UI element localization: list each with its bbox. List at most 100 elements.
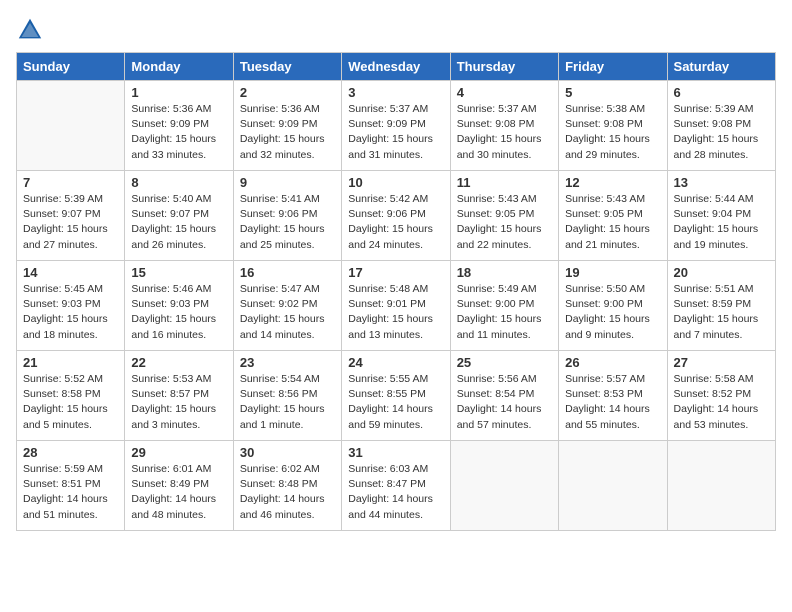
day-info: Sunrise: 5:43 AM Sunset: 9:05 PM Dayligh… xyxy=(457,192,552,253)
calendar-cell: 25 Sunrise: 5:56 AM Sunset: 8:54 PM Dayli… xyxy=(450,351,558,441)
day-info: Sunrise: 5:54 AM Sunset: 8:56 PM Dayligh… xyxy=(240,372,335,433)
logo xyxy=(16,16,48,44)
calendar-cell: 13 Sunrise: 5:44 AM Sunset: 9:04 PM Dayli… xyxy=(667,171,775,261)
day-number: 3 xyxy=(348,85,443,100)
calendar-cell: 19 Sunrise: 5:50 AM Sunset: 9:00 PM Dayli… xyxy=(559,261,667,351)
calendar-cell: 15 Sunrise: 5:46 AM Sunset: 9:03 PM Dayli… xyxy=(125,261,233,351)
calendar-cell xyxy=(667,441,775,531)
calendar-cell: 26 Sunrise: 5:57 AM Sunset: 8:53 PM Dayli… xyxy=(559,351,667,441)
day-info: Sunrise: 5:44 AM Sunset: 9:04 PM Dayligh… xyxy=(674,192,769,253)
calendar-cell: 4Sunrise: 5:37 AM Sunset: 9:08 PM Daylig… xyxy=(450,81,558,171)
day-info: Sunrise: 5:48 AM Sunset: 9:01 PM Dayligh… xyxy=(348,282,443,343)
day-info: Sunrise: 6:03 AM Sunset: 8:47 PM Dayligh… xyxy=(348,462,443,523)
day-info: Sunrise: 5:53 AM Sunset: 8:57 PM Dayligh… xyxy=(131,372,226,433)
day-info: Sunrise: 5:59 AM Sunset: 8:51 PM Dayligh… xyxy=(23,462,118,523)
day-info: Sunrise: 5:49 AM Sunset: 9:00 PM Dayligh… xyxy=(457,282,552,343)
calendar-cell: 3 Sunrise: 5:37 AM Sunset: 9:09 PM Daylig… xyxy=(342,81,450,171)
day-info: Sunrise: 5:47 AM Sunset: 9:02 PM Dayligh… xyxy=(240,282,335,343)
calendar-table: SundayMondayTuesdayWednesdayThursdayFrid… xyxy=(16,52,776,531)
day-number: 7 xyxy=(23,175,118,190)
day-info: Sunrise: 6:01 AM Sunset: 8:49 PM Dayligh… xyxy=(131,462,226,523)
day-number: 1 xyxy=(131,85,226,100)
day-number: 8 xyxy=(131,175,226,190)
calendar-cell: 9Sunrise: 5:41 AM Sunset: 9:06 PM Daylig… xyxy=(233,171,341,261)
day-info: Sunrise: 5:38 AM Sunset: 9:08 PM Dayligh… xyxy=(565,102,660,163)
day-number: 18 xyxy=(457,265,552,280)
calendar-cell: 16 Sunrise: 5:47 AM Sunset: 9:02 PM Dayli… xyxy=(233,261,341,351)
calendar-cell xyxy=(559,441,667,531)
calendar-cell: 22 Sunrise: 5:53 AM Sunset: 8:57 PM Dayli… xyxy=(125,351,233,441)
day-number: 17 xyxy=(348,265,443,280)
calendar-cell: 6Sunrise: 5:39 AM Sunset: 9:08 PM Daylig… xyxy=(667,81,775,171)
calendar-week-row: 28 Sunrise: 5:59 AM Sunset: 8:51 PM Dayli… xyxy=(17,441,776,531)
calendar-cell: 20 Sunrise: 5:51 AM Sunset: 8:59 PM Dayli… xyxy=(667,261,775,351)
calendar-week-row: 14Sunrise: 5:45 AM Sunset: 9:03 PM Dayli… xyxy=(17,261,776,351)
day-info: Sunrise: 5:52 AM Sunset: 8:58 PM Dayligh… xyxy=(23,372,118,433)
day-number: 23 xyxy=(240,355,335,370)
day-info: Sunrise: 5:36 AM Sunset: 9:09 PM Dayligh… xyxy=(240,102,335,163)
day-info: Sunrise: 5:39 AM Sunset: 9:07 PM Dayligh… xyxy=(23,192,118,253)
day-number: 25 xyxy=(457,355,552,370)
calendar-cell xyxy=(450,441,558,531)
day-info: Sunrise: 5:39 AM Sunset: 9:08 PM Dayligh… xyxy=(674,102,769,163)
day-info: Sunrise: 5:51 AM Sunset: 8:59 PM Dayligh… xyxy=(674,282,769,343)
day-number: 14 xyxy=(23,265,118,280)
weekday-header: Saturday xyxy=(667,53,775,81)
weekday-header: Tuesday xyxy=(233,53,341,81)
calendar-cell: 8Sunrise: 5:40 AM Sunset: 9:07 PM Daylig… xyxy=(125,171,233,261)
calendar-cell: 27 Sunrise: 5:58 AM Sunset: 8:52 PM Dayli… xyxy=(667,351,775,441)
calendar-cell: 17 Sunrise: 5:48 AM Sunset: 9:01 PM Dayli… xyxy=(342,261,450,351)
calendar-cell: 30 Sunrise: 6:02 AM Sunset: 8:48 PM Dayli… xyxy=(233,441,341,531)
calendar-cell: 14Sunrise: 5:45 AM Sunset: 9:03 PM Dayli… xyxy=(17,261,125,351)
weekday-header: Monday xyxy=(125,53,233,81)
day-info: Sunrise: 5:46 AM Sunset: 9:03 PM Dayligh… xyxy=(131,282,226,343)
page-header xyxy=(16,16,776,44)
calendar-week-row: 7 Sunrise: 5:39 AM Sunset: 9:07 PM Daylig… xyxy=(17,171,776,261)
day-info: Sunrise: 5:41 AM Sunset: 9:06 PM Dayligh… xyxy=(240,192,335,253)
day-number: 15 xyxy=(131,265,226,280)
day-number: 10 xyxy=(348,175,443,190)
day-info: Sunrise: 5:43 AM Sunset: 9:05 PM Dayligh… xyxy=(565,192,660,253)
day-number: 4 xyxy=(457,85,552,100)
day-number: 24 xyxy=(348,355,443,370)
day-number: 16 xyxy=(240,265,335,280)
day-number: 5 xyxy=(565,85,660,100)
day-number: 13 xyxy=(674,175,769,190)
calendar-header: SundayMondayTuesdayWednesdayThursdayFrid… xyxy=(17,53,776,81)
day-info: Sunrise: 5:42 AM Sunset: 9:06 PM Dayligh… xyxy=(348,192,443,253)
weekday-header: Thursday xyxy=(450,53,558,81)
day-info: Sunrise: 5:57 AM Sunset: 8:53 PM Dayligh… xyxy=(565,372,660,433)
calendar-cell: 7 Sunrise: 5:39 AM Sunset: 9:07 PM Daylig… xyxy=(17,171,125,261)
day-info: Sunrise: 5:50 AM Sunset: 9:00 PM Dayligh… xyxy=(565,282,660,343)
day-number: 22 xyxy=(131,355,226,370)
weekday-header: Friday xyxy=(559,53,667,81)
calendar-week-row: 1 Sunrise: 5:36 AM Sunset: 9:09 PM Daylig… xyxy=(17,81,776,171)
calendar-cell: 31 Sunrise: 6:03 AM Sunset: 8:47 PM Dayli… xyxy=(342,441,450,531)
day-number: 26 xyxy=(565,355,660,370)
day-info: Sunrise: 5:55 AM Sunset: 8:55 PM Dayligh… xyxy=(348,372,443,433)
calendar-cell: 5 Sunrise: 5:38 AM Sunset: 9:08 PM Daylig… xyxy=(559,81,667,171)
day-info: Sunrise: 5:37 AM Sunset: 9:09 PM Dayligh… xyxy=(348,102,443,163)
weekday-header: Wednesday xyxy=(342,53,450,81)
day-number: 31 xyxy=(348,445,443,460)
calendar-week-row: 21Sunrise: 5:52 AM Sunset: 8:58 PM Dayli… xyxy=(17,351,776,441)
day-number: 28 xyxy=(23,445,118,460)
day-number: 12 xyxy=(565,175,660,190)
calendar-cell: 11Sunrise: 5:43 AM Sunset: 9:05 PM Dayli… xyxy=(450,171,558,261)
calendar-cell: 24 Sunrise: 5:55 AM Sunset: 8:55 PM Dayli… xyxy=(342,351,450,441)
logo-icon xyxy=(16,16,44,44)
calendar-cell: 2Sunrise: 5:36 AM Sunset: 9:09 PM Daylig… xyxy=(233,81,341,171)
weekday-header: Sunday xyxy=(17,53,125,81)
day-info: Sunrise: 5:58 AM Sunset: 8:52 PM Dayligh… xyxy=(674,372,769,433)
calendar-cell: 21Sunrise: 5:52 AM Sunset: 8:58 PM Dayli… xyxy=(17,351,125,441)
calendar-cell: 12 Sunrise: 5:43 AM Sunset: 9:05 PM Dayli… xyxy=(559,171,667,261)
calendar-cell: 10 Sunrise: 5:42 AM Sunset: 9:06 PM Dayli… xyxy=(342,171,450,261)
day-number: 27 xyxy=(674,355,769,370)
day-info: Sunrise: 5:56 AM Sunset: 8:54 PM Dayligh… xyxy=(457,372,552,433)
day-info: Sunrise: 6:02 AM Sunset: 8:48 PM Dayligh… xyxy=(240,462,335,523)
day-number: 29 xyxy=(131,445,226,460)
day-number: 20 xyxy=(674,265,769,280)
day-number: 19 xyxy=(565,265,660,280)
calendar-cell: 18 Sunrise: 5:49 AM Sunset: 9:00 PM Dayli… xyxy=(450,261,558,351)
day-number: 30 xyxy=(240,445,335,460)
